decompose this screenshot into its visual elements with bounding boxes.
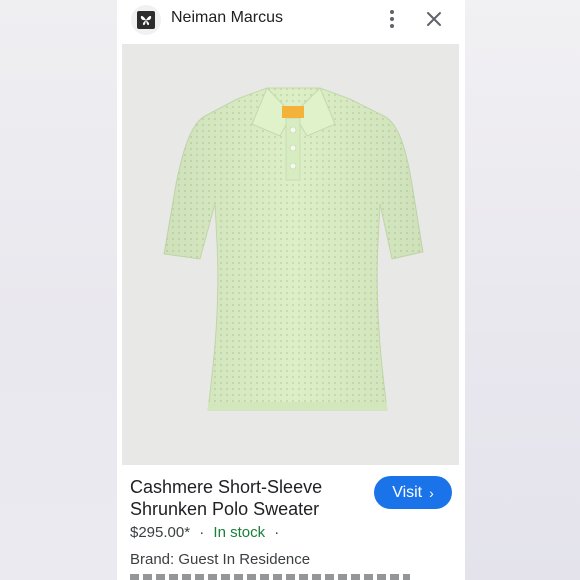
product-title-line-2: Shrunken Polo Sweater bbox=[130, 499, 320, 519]
site-name: Neiman Marcus bbox=[171, 9, 284, 26]
stock-status: In stock bbox=[213, 524, 266, 541]
close-icon[interactable] bbox=[423, 8, 445, 30]
product-image[interactable] bbox=[122, 44, 459, 465]
visit-button[interactable]: Visit › bbox=[374, 476, 452, 509]
product-title[interactable]: Cashmere Short-Sleeve Shrunken Polo Swea… bbox=[130, 476, 360, 520]
price-row: $295.00* · In stock · bbox=[130, 524, 284, 541]
product-card: Neiman Marcus Cashmere Short-Sleeve Shru… bbox=[117, 0, 465, 580]
butterfly-logo-icon bbox=[131, 5, 161, 35]
price: $295.00* bbox=[130, 524, 191, 541]
backdrop-left bbox=[0, 0, 117, 580]
backdrop-right bbox=[465, 0, 580, 580]
card-header: Neiman Marcus bbox=[117, 0, 465, 40]
truncated-description bbox=[130, 574, 410, 580]
separator-dot-trailing: · bbox=[274, 524, 280, 541]
chevron-right-icon: › bbox=[429, 484, 434, 501]
product-title-line-1: Cashmere Short-Sleeve bbox=[130, 477, 323, 497]
more-vert-icon[interactable] bbox=[381, 8, 403, 30]
separator-dot: · bbox=[199, 524, 205, 541]
brand-label: Brand: Guest In Residence bbox=[130, 551, 311, 568]
polo-sweater-image bbox=[163, 87, 424, 411]
visit-label: Visit bbox=[392, 483, 423, 501]
product-info: Cashmere Short-Sleeve Shrunken Polo Swea… bbox=[117, 465, 465, 580]
